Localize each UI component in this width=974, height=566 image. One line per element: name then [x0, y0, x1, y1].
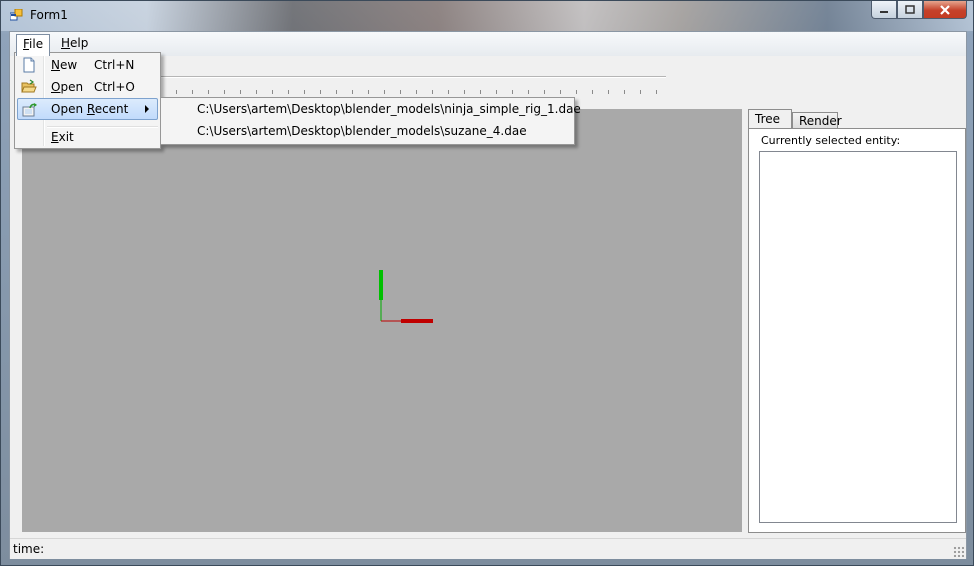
menu-item-open-label: Open	[51, 80, 84, 94]
status-bar: time:	[10, 538, 966, 559]
tab-render-label: Render	[799, 114, 842, 128]
maximize-icon	[905, 5, 915, 14]
menu-item-new-shortcut: Ctrl+N	[94, 58, 135, 72]
menu-item-new[interactable]: New Ctrl+N	[17, 54, 158, 76]
recent-file-item[interactable]: C:\Users\artem\Desktop\blender_models\su…	[197, 124, 527, 138]
selected-entity-label: Currently selected entity:	[761, 134, 901, 147]
menu-item-exit-label: Exit	[51, 130, 74, 144]
status-time-label: time:	[13, 542, 45, 556]
recent-file-item[interactable]: C:\Users\artem\Desktop\blender_models\ni…	[197, 102, 581, 116]
window-title: Form1	[30, 8, 68, 22]
open-folder-icon	[21, 79, 37, 93]
recent-files-submenu: C:\Users\artem\Desktop\blender_models\ni…	[160, 97, 581, 145]
menu-item-exit[interactable]: Exit	[17, 126, 158, 148]
resize-grip[interactable]	[953, 546, 964, 557]
y-axis-handle	[379, 270, 383, 300]
maximize-button[interactable]	[897, 1, 923, 19]
minimize-icon	[880, 10, 888, 13]
close-icon	[940, 4, 950, 15]
title-bar	[1, 1, 973, 31]
slider-ticks	[160, 90, 666, 94]
menu-file[interactable]: File	[16, 34, 51, 56]
file-menu-dropdown: New Ctrl+N Open Ctrl+O Open Recent Exit	[14, 52, 161, 149]
side-tab-control: Tree Render Currently selected entity:	[748, 109, 966, 533]
render-viewport[interactable]	[22, 109, 742, 532]
tab-tree[interactable]: Tree	[748, 109, 792, 128]
minimize-button[interactable]	[871, 1, 897, 19]
tree-panel: Currently selected entity:	[748, 128, 966, 533]
menu-help-label: Help	[61, 36, 89, 50]
tab-render[interactable]: Render	[792, 112, 842, 129]
x-axis-handle	[401, 319, 433, 323]
menu-item-open[interactable]: Open Ctrl+O	[17, 76, 158, 98]
menu-file-label: File	[23, 37, 44, 51]
tab-tree-label: Tree	[755, 112, 781, 126]
new-document-icon	[23, 57, 35, 73]
menu-item-new-label: New	[51, 58, 78, 72]
app-icon	[10, 9, 23, 21]
menu-help[interactable]: Help	[55, 34, 94, 53]
caption-buttons	[871, 1, 967, 19]
entity-tree-list[interactable]	[759, 151, 957, 523]
submenu-arrow-icon	[145, 105, 149, 113]
open-recent-icon	[22, 103, 37, 117]
menu-item-open-recent[interactable]: Open Recent	[17, 98, 158, 120]
slider-track[interactable]	[160, 76, 666, 77]
menu-item-open-recent-label: Open Recent	[51, 102, 129, 116]
close-button[interactable]	[923, 1, 967, 19]
menu-item-open-shortcut: Ctrl+O	[94, 80, 135, 94]
axis-gizmo	[379, 270, 433, 323]
